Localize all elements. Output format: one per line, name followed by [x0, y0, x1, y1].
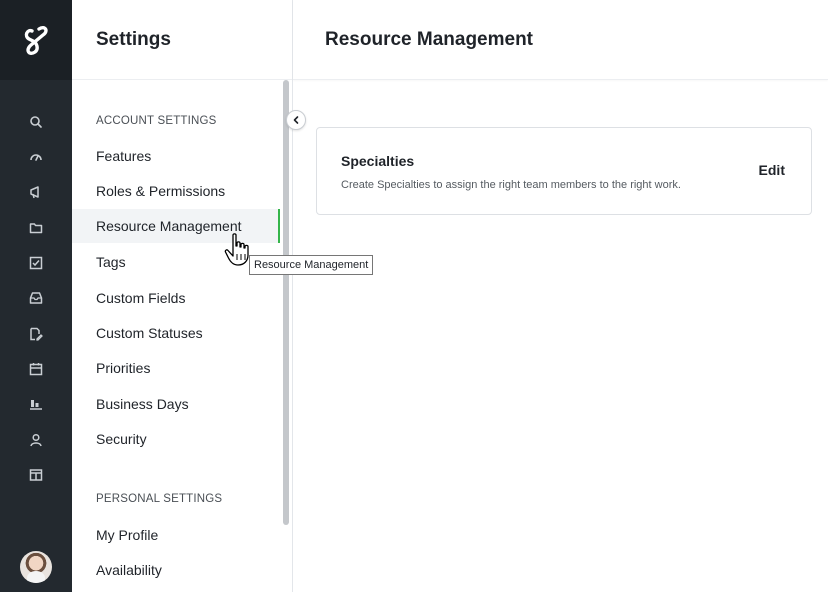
- settings-header: Settings: [72, 0, 292, 80]
- chevron-left-icon: [293, 116, 299, 124]
- nav-item-custom-fields[interactable]: Custom Fields: [72, 281, 280, 315]
- nav-item-label: Custom Fields: [96, 290, 186, 306]
- dashboard-rail-button[interactable]: [22, 143, 50, 171]
- tasks-rail-button[interactable]: [22, 249, 50, 277]
- collapse-panel-button[interactable]: [286, 110, 306, 130]
- personal-settings-section-label: PERSONAL SETTINGS: [96, 493, 223, 505]
- megaphone-icon: [30, 186, 39, 199]
- nav-item-label: Security: [96, 431, 147, 447]
- settings-title: Settings: [96, 28, 171, 50]
- nav-item-security[interactable]: Security: [72, 422, 280, 456]
- nav-item-availability[interactable]: Availability: [72, 553, 280, 587]
- nav-item-label: Resource Management: [96, 218, 242, 234]
- search-icon: [30, 116, 42, 128]
- nav-item-label: Custom Statuses: [96, 325, 203, 341]
- hand-pointer-cursor-icon: [224, 233, 249, 266]
- edit-button[interactable]: Edit: [759, 162, 785, 178]
- card-description: Create Specialties to assign the right t…: [341, 179, 681, 191]
- avatar[interactable]: [20, 551, 52, 583]
- calendar-rail-button[interactable]: [22, 355, 50, 383]
- checkbox-icon: [29, 256, 43, 270]
- document-edit-icon: [30, 327, 43, 341]
- nav-item-label: Business Days: [96, 396, 189, 412]
- requests-rail-button[interactable]: [22, 320, 50, 348]
- nav-item-custom-statuses[interactable]: Custom Statuses: [72, 316, 280, 350]
- nav-item-label: My Profile: [96, 527, 159, 543]
- board-icon: [29, 469, 43, 481]
- inbox-icon: [29, 292, 43, 304]
- projects-rail-button[interactable]: [22, 214, 50, 242]
- nav-item-label: Features: [96, 148, 152, 164]
- nav-item-label: Priorities: [96, 360, 151, 376]
- boards-rail-button[interactable]: [22, 461, 50, 489]
- announcements-rail-button[interactable]: [22, 178, 50, 206]
- nav-item-roles-permissions[interactable]: Roles & Permissions: [72, 174, 280, 208]
- nav-item-label: Availability: [96, 562, 162, 578]
- search-rail-button[interactable]: [22, 108, 50, 136]
- icon-rail: [0, 0, 72, 592]
- nav-item-business-days[interactable]: Business Days: [72, 387, 280, 421]
- main-header: Resource Management: [293, 0, 828, 80]
- calendar-icon: [29, 363, 43, 376]
- nav-item-label: Roles & Permissions: [96, 183, 226, 199]
- inbox-rail-button[interactable]: [22, 284, 50, 312]
- reports-chart-icon: [30, 400, 42, 410]
- person-icon: [30, 433, 42, 447]
- tooltip: Resource Management: [249, 255, 374, 275]
- settings-scrollbar[interactable]: [283, 80, 289, 525]
- card-title: Specialties: [341, 153, 415, 169]
- folder-icon: [29, 223, 43, 234]
- page-title: Resource Management: [325, 28, 534, 50]
- users-rail-button[interactable]: [22, 426, 50, 454]
- nav-item-features[interactable]: Features: [72, 139, 280, 173]
- nav-item-label: Tags: [96, 254, 126, 270]
- reports-rail-button[interactable]: [22, 390, 50, 418]
- loop-logo-icon: [24, 26, 48, 55]
- specialties-card: Specialties Create Specialties to assign…: [316, 127, 812, 215]
- dashboard-gauge-icon: [30, 154, 42, 161]
- nav-item-my-profile[interactable]: My Profile: [72, 518, 280, 552]
- nav-item-priorities[interactable]: Priorities: [72, 351, 280, 385]
- settings-panel: Settings ACCOUNT SETTINGS Features Roles…: [72, 0, 293, 592]
- app-logo[interactable]: [0, 0, 72, 80]
- main-content: Resource Management Specialties Create S…: [293, 0, 828, 592]
- account-settings-section-label: ACCOUNT SETTINGS: [96, 115, 217, 127]
